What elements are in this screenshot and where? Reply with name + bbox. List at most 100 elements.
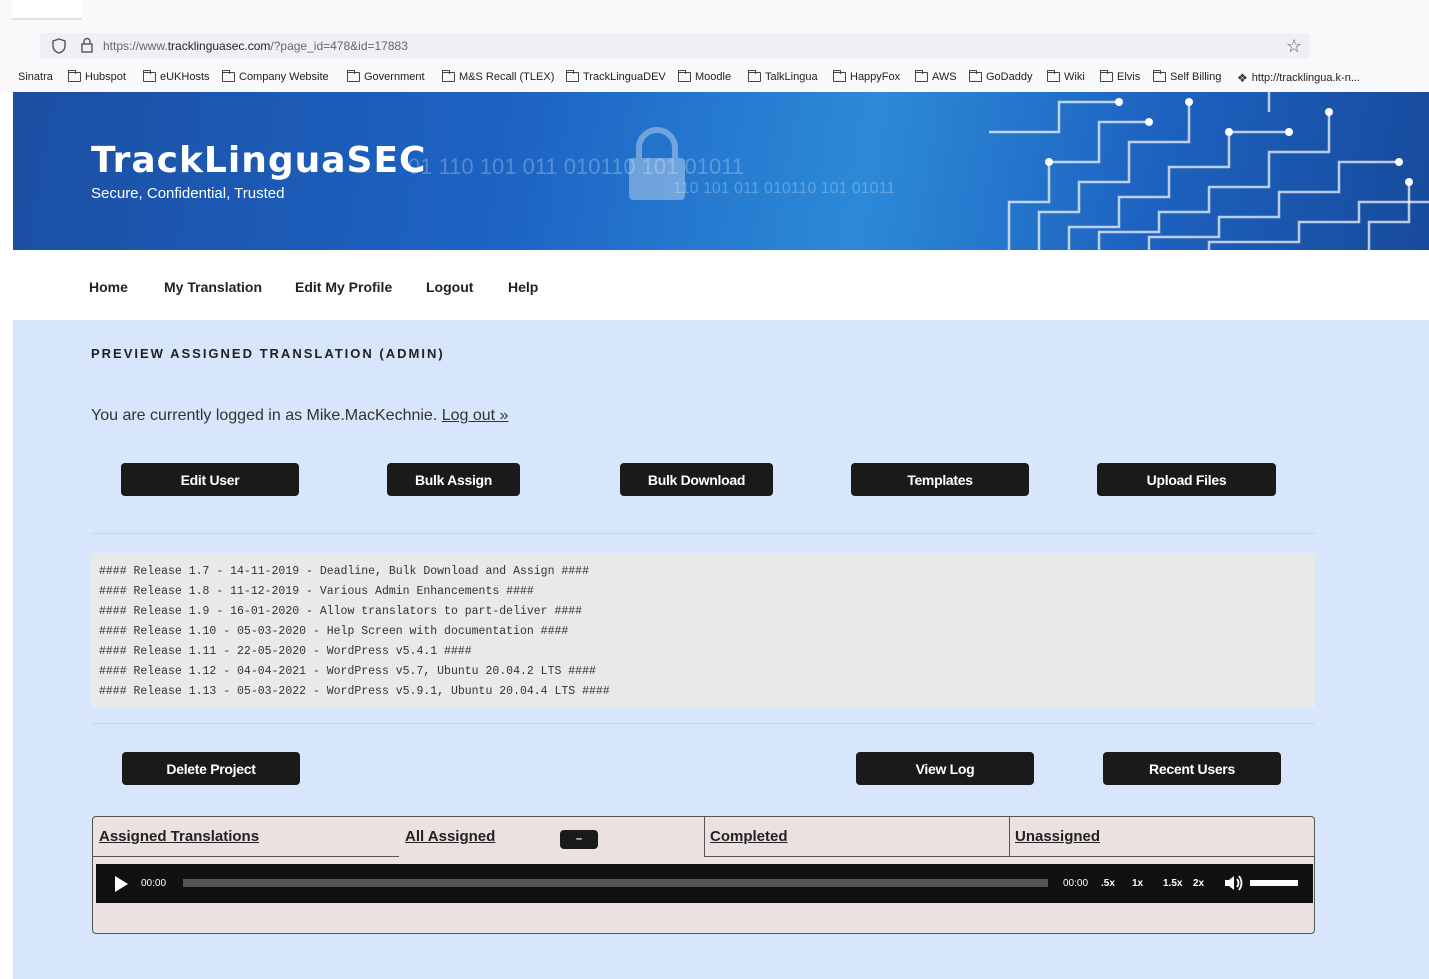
bookmark-item[interactable]: Moodle [678, 70, 732, 83]
bookmark-item[interactable]: Sinatra [18, 71, 53, 83]
duration-time: 00:00 [1063, 878, 1089, 889]
bookmark-label: Moodle [695, 71, 732, 83]
rate-1x-button[interactable]: 1x [1132, 878, 1143, 889]
nav-logout[interactable]: Logout [426, 279, 473, 295]
bookmark-label: http://tracklingua.k-n... [1251, 72, 1360, 84]
edit-user-button[interactable]: Edit User [121, 463, 299, 496]
shield-icon[interactable] [52, 38, 66, 54]
nav-edit-my-profile[interactable]: Edit My Profile [295, 279, 392, 295]
release-line: #### Release 1.9 - 16-01-2020 - Allow tr… [99, 605, 583, 618]
seek-bar[interactable] [183, 879, 1048, 887]
bookmark-item[interactable]: ❖ http://tracklingua.k-n... [1237, 71, 1360, 85]
site-icon: ❖ [1237, 71, 1248, 85]
rate-1-5x-button[interactable]: 1.5x [1163, 878, 1182, 889]
address-bar[interactable]: https://www.tracklinguasec.com/?page_id=… [40, 33, 1310, 59]
bookmark-label: Government [364, 71, 425, 83]
folder-icon [915, 70, 928, 82]
folder-icon [347, 70, 360, 82]
bulk-download-button[interactable]: Bulk Download [620, 463, 773, 496]
bookmark-label: TrackLinguaDEV [583, 71, 666, 83]
login-status: You are currently logged in as Mike.MacK… [91, 407, 508, 425]
bookmark-item[interactable]: Company Website [222, 70, 329, 83]
folder-icon [678, 70, 691, 82]
folder-icon [143, 70, 156, 82]
bookmark-item[interactable]: TalkLingua [748, 70, 818, 83]
folder-icon [442, 70, 455, 82]
bookmark-label: Self Billing [1170, 71, 1222, 83]
circuit-decoration [989, 92, 1429, 250]
volume-slider[interactable] [1250, 880, 1298, 886]
folder-icon [222, 70, 235, 82]
bookmark-star-icon[interactable]: ☆ [1286, 36, 1302, 57]
browser-tab[interactable] [12, 0, 82, 20]
release-line: #### Release 1.10 - 05-03-2020 - Help Sc… [99, 625, 569, 638]
logout-link[interactable]: Log out » [442, 407, 509, 424]
main-navigation: Home My Translation Edit My Profile Logo… [13, 250, 1429, 320]
site-tagline: Secure, Confidential, Trusted [91, 185, 285, 202]
delete-project-button[interactable]: Delete Project [122, 752, 300, 785]
bookmark-label: HappyFox [850, 71, 901, 83]
folder-icon [68, 70, 81, 82]
audio-player: 00:00 00:00 .5x 1x 1.5x 2x [96, 864, 1313, 903]
bookmark-item[interactable]: M&S Recall (TLEX) [442, 70, 554, 83]
padlock-icon [629, 127, 685, 200]
translation-tabs: Assigned Translations All Assigned – Com… [92, 816, 1315, 934]
folder-icon [1153, 70, 1166, 82]
current-time: 00:00 [141, 878, 167, 889]
folder-icon [969, 70, 982, 82]
site-title[interactable]: TrackLinguaSEC [91, 140, 426, 181]
tab-all-assigned[interactable]: All Assigned [399, 817, 705, 857]
rate-0-5x-button[interactable]: .5x [1101, 878, 1115, 889]
tab-completed[interactable]: Completed [704, 817, 1010, 857]
release-line: #### Release 1.7 - 14-11-2019 - Deadline… [99, 565, 589, 578]
bookmark-label: eUKHosts [160, 71, 210, 83]
bookmark-label: Hubspot [85, 71, 126, 83]
upload-files-button[interactable]: Upload Files [1097, 463, 1276, 496]
bookmark-label: TalkLingua [765, 71, 818, 83]
main-content: PREVIEW ASSIGNED TRANSLATION (ADMIN) You… [13, 320, 1429, 979]
release-line: #### Release 1.8 - 11-12-2019 - Various … [99, 585, 534, 598]
collapse-button[interactable]: – [560, 830, 598, 849]
folder-icon [1100, 70, 1113, 82]
rate-2x-button[interactable]: 2x [1193, 878, 1204, 889]
bookmark-item[interactable]: Wiki [1047, 70, 1085, 83]
browser-chrome: https://www.tracklinguasec.com/?page_id=… [0, 0, 1429, 92]
bookmark-item[interactable]: TrackLinguaDEV [566, 70, 666, 83]
bookmark-item[interactable]: eUKHosts [143, 70, 210, 83]
bookmark-label: Wiki [1064, 71, 1085, 83]
bookmark-item[interactable]: HappyFox [833, 70, 901, 83]
bookmark-label: Elvis [1117, 71, 1141, 83]
release-line: #### Release 1.11 - 22-05-2020 - WordPre… [99, 645, 472, 658]
bookmark-label: Company Website [239, 71, 329, 83]
binary-decoration: 01 110 101 011 010110 101 01011 [408, 154, 745, 179]
bookmark-label: Sinatra [18, 71, 53, 83]
bookmarks-bar: Sinatra Hubspot eUKHosts Company Website Gov… [0, 68, 1429, 90]
page-title: PREVIEW ASSIGNED TRANSLATION (ADMIN) [91, 346, 445, 361]
nav-help[interactable]: Help [508, 279, 538, 295]
view-log-button[interactable]: View Log [856, 752, 1034, 785]
folder-icon [1047, 70, 1060, 82]
divider [91, 723, 1315, 724]
lock-icon[interactable] [80, 37, 94, 53]
url-text[interactable]: https://www.tracklinguasec.com/?page_id=… [103, 39, 408, 53]
login-status-text: You are currently logged in as Mike.MacK… [91, 407, 438, 424]
bookmark-item[interactable]: GoDaddy [969, 70, 1032, 83]
tab-unassigned[interactable]: Unassigned [1009, 817, 1314, 857]
bookmark-item[interactable]: Hubspot [68, 70, 126, 83]
bookmark-item[interactable]: Government [347, 70, 425, 83]
play-icon[interactable] [115, 876, 128, 892]
recent-users-button[interactable]: Recent Users [1103, 752, 1281, 785]
bookmark-item[interactable]: Self Billing [1153, 70, 1222, 83]
bookmark-item[interactable]: Elvis [1100, 70, 1141, 83]
templates-button[interactable]: Templates [851, 463, 1029, 496]
nav-home[interactable]: Home [89, 279, 128, 295]
bulk-assign-button[interactable]: Bulk Assign [387, 463, 520, 496]
folder-icon [566, 70, 579, 82]
folder-icon [833, 70, 846, 82]
volume-icon[interactable] [1224, 874, 1244, 892]
bookmark-label: AWS [932, 71, 957, 83]
tab-assigned-translations[interactable]: Assigned Translations [93, 817, 400, 857]
nav-my-translation[interactable]: My Translation [164, 279, 262, 295]
site-header-banner: 01 110 101 011 010110 101 01011 110 101 … [13, 92, 1429, 250]
bookmark-item[interactable]: AWS [915, 70, 957, 83]
